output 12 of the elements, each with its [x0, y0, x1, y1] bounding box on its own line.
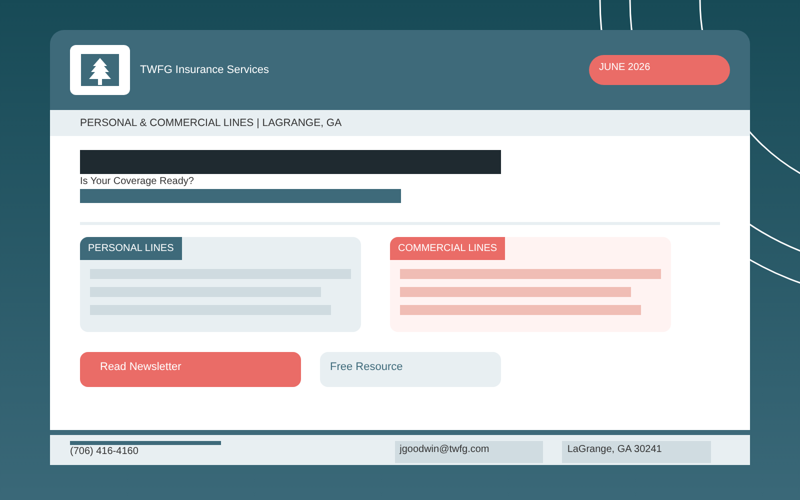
resource-button[interactable]: Free Resource [320, 352, 501, 387]
read-newsletter-button[interactable]: Read Newsletter [80, 352, 301, 387]
card-label: PERSONAL LINES [80, 237, 182, 260]
date-badge: JUNE 2026 [589, 55, 730, 85]
phone-number: (706) 416-4160 [70, 446, 140, 457]
headline: Is Your Coverage Ready? [80, 176, 195, 187]
address: LaGrange, GA 30241 [562, 441, 712, 463]
tagline: PERSONAL & COMMERCIAL LINES | LAGRANGE, GA [80, 117, 342, 129]
brand-name: TWFG Insurance Services [140, 64, 270, 76]
logo-icon [70, 45, 130, 95]
card-label: COMMERCIAL LINES [390, 237, 506, 260]
email-address: jgoodwin@twfg.com [394, 441, 544, 463]
